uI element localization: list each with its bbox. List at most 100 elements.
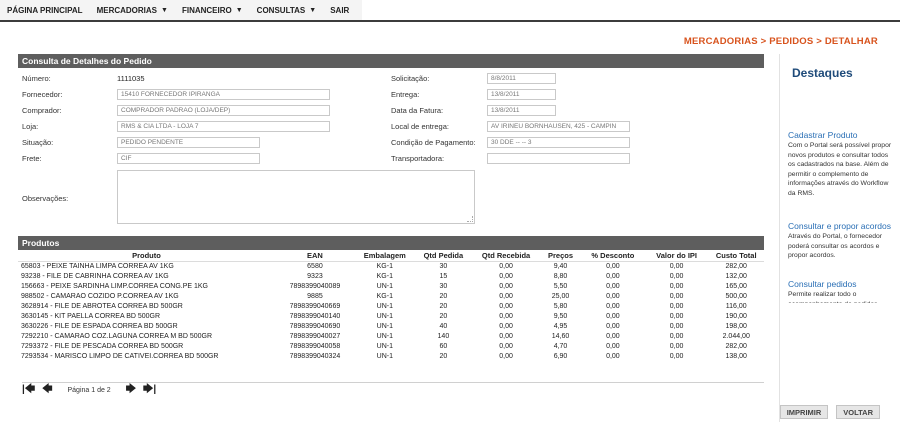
table-cell: UN-1 <box>376 313 393 320</box>
condicao-pagamento-field[interactable]: 30 DDE -- -- 3 <box>487 137 630 148</box>
table-cell: UN-1 <box>376 353 393 360</box>
table-cell: 165,00 <box>725 283 747 290</box>
transportadora-label: Transportadora: <box>391 154 445 163</box>
table-cell: 0,00 <box>499 333 513 340</box>
loja-field[interactable]: RMS & CIA LTDA - LOJA 7 <box>117 121 330 132</box>
menu-item-financeiro[interactable]: FINANCEIRO ▼ <box>175 0 250 20</box>
table-row[interactable]: 3630145 - KIT PAELLA CORREA BD 500GR 7898… <box>18 312 764 322</box>
table-cell: 132,00 <box>725 273 747 280</box>
table-cell: 4,70 <box>553 343 568 350</box>
local-entrega-field[interactable]: AV IRINEU BORNHAUSEN, 425 - CAMPIN <box>487 121 630 132</box>
table-row[interactable]: 988502 - CAMARAO COZIDO P.CORREA AV 1KG 9… <box>18 292 764 302</box>
table-cell: 25,00 <box>551 293 570 300</box>
column-header[interactable]: Valor do IPI <box>644 250 709 262</box>
table-cell: 30 <box>439 283 448 290</box>
table-row[interactable]: 7293534 - MARISCO LIMPO DE CATIVEI.CORRE… <box>18 352 764 362</box>
table-cell: 0,00 <box>606 263 620 270</box>
transportadora-field[interactable] <box>487 153 630 164</box>
table-cell: KG-1 <box>376 293 393 300</box>
sidebar-item-consultar-acordos: Consultar e propor acordos Através do Po… <box>788 221 896 261</box>
solicitacao-field[interactable]: 8/8/2011 <box>487 73 556 84</box>
table-cell: 7898399040690 <box>289 323 341 330</box>
previous-page-icon[interactable]: 🡄 <box>42 382 52 399</box>
details-panel-header: Consulta de Detalhes do Pedido <box>18 54 764 68</box>
table-cell: 6580 <box>307 263 323 270</box>
column-header[interactable]: Qtd Pedida <box>414 250 473 262</box>
table-cell: 20 <box>439 353 448 360</box>
situacao-label: Situação: <box>22 138 54 147</box>
first-page-icon[interactable]: |🡄 <box>22 382 35 399</box>
caret-down-icon: ▼ <box>161 6 168 14</box>
observacoes-label: Observações: <box>22 194 69 203</box>
menu-item-pagina-principal[interactable]: PÁGINA PRINCIPAL <box>0 0 90 20</box>
top-menu-bar: PÁGINA PRINCIPAL MERCADORIAS ▼ FINANCEIRO… <box>0 0 900 22</box>
sidebar-link[interactable]: Consultar pedidos <box>788 279 896 289</box>
table-row[interactable]: 156663 - PEIXE SARDINHA LIMP.CORREA CONG… <box>18 282 764 292</box>
table-cell: 0,00 <box>499 263 513 270</box>
products-table: Produto EAN Embalagem Qtd Pedida Qtd Rec… <box>18 250 764 362</box>
table-cell: 9323 <box>307 273 323 280</box>
table-cell: 0,00 <box>499 283 513 290</box>
main-menu: PÁGINA PRINCIPAL MERCADORIAS ▼ FINANCEIRO… <box>0 0 363 20</box>
menu-item-mercadorias[interactable]: MERCADORIAS ▼ <box>90 0 175 20</box>
numero-label: Número: <box>22 74 51 83</box>
table-cell: 7898399040058 <box>289 343 341 350</box>
table-cell: 0,00 <box>669 293 684 300</box>
table-cell: 0,00 <box>669 353 684 360</box>
sidebar-link[interactable]: Cadastrar Produto <box>788 130 896 140</box>
solicitacao-label: Solicitação: <box>391 74 430 83</box>
sidebar-link[interactable]: Consultar e propor acordos <box>788 221 896 231</box>
table-cell: 0,00 <box>669 343 684 350</box>
table-cell: 198,00 <box>725 323 747 330</box>
table-cell: 40 <box>439 323 448 330</box>
table-row[interactable]: 7293372 - FILE DE PESCADA CORREA BD 500G… <box>18 342 764 352</box>
table-cell: 190,00 <box>725 313 747 320</box>
menu-item-sair[interactable]: SAIR <box>323 0 356 20</box>
table-row[interactable]: 93238 - FILE DE CABRINHA CORREA AV 1KG 93… <box>18 272 764 282</box>
table-cell: 8,80 <box>553 273 568 280</box>
table-cell: 500,00 <box>725 293 747 300</box>
sidebar-item-consultar-pedidos: Consultar pedidos Permite realizar todo … <box>788 279 896 303</box>
sidebar-text: Através do Portal, o fornecedor poderá c… <box>788 233 883 259</box>
table-cell: 156663 - PEIXE SARDINHA LIMP.CORREA CONG… <box>21 283 208 290</box>
comprador-field[interactable]: COMPRADOR PADRAO (LOJA/DEP) <box>117 105 330 116</box>
loja-label: Loja: <box>22 122 39 131</box>
column-header[interactable]: Produto <box>18 250 275 262</box>
situacao-field[interactable]: PEDIDO PENDENTE <box>117 137 260 148</box>
table-cell: 0,00 <box>499 313 513 320</box>
next-page-icon[interactable]: 🡆 <box>126 382 136 399</box>
table-cell: 0,00 <box>606 273 620 280</box>
column-header[interactable]: EAN <box>274 250 356 262</box>
table-row[interactable]: 3628914 - FILE DE ABROTEA CORREA BD 500G… <box>18 302 764 312</box>
last-page-icon[interactable]: 🡆| <box>143 382 156 399</box>
table-row[interactable]: 65803 - PEIXE TAINHA LIMPA CORREA AV 1KG… <box>18 262 764 273</box>
column-header[interactable]: Custo Total <box>708 250 764 262</box>
products-table-body: 65803 - PEIXE TAINHA LIMPA CORREA AV 1KG… <box>18 262 764 363</box>
resize-grip-icon[interactable] <box>467 216 473 222</box>
pagination: |🡄 🡄 Página 1 de 2 🡆 🡆| <box>22 382 764 395</box>
observacoes-textarea[interactable] <box>117 170 475 224</box>
column-header[interactable]: Embalagem <box>355 250 415 262</box>
table-cell: 0,00 <box>669 313 684 320</box>
table-cell: 3630226 - FILE DE ESPADA CORREA BD 500GR <box>21 323 178 330</box>
data-fatura-field[interactable]: 13/8/2011 <box>487 105 556 116</box>
frete-field[interactable]: CIF <box>117 153 260 164</box>
entrega-field[interactable]: 13/8/2011 <box>487 89 556 100</box>
table-cell: 0,00 <box>499 323 513 330</box>
column-header[interactable]: Qtd Recebida <box>472 250 540 262</box>
table-cell: 0,00 <box>499 343 513 350</box>
table-cell: 20 <box>439 313 448 320</box>
table-row[interactable]: 3630226 - FILE DE ESPADA CORREA BD 500GR… <box>18 322 764 332</box>
table-row[interactable]: 7292210 - CAMARAO COZ.LAGUNA CORREA M BD… <box>18 332 764 342</box>
table-cell: 60 <box>439 343 448 350</box>
table-cell: 282,00 <box>725 343 747 350</box>
caret-down-icon: ▼ <box>309 6 317 14</box>
fornecedor-field[interactable]: 15410 FORNECEDOR IPIRANGA <box>117 89 330 100</box>
table-cell: UN-1 <box>376 323 393 330</box>
table-cell: 14,60 <box>551 333 570 340</box>
sidebar-item-cadastrar-produto: Cadastrar Produto Com o Portal será poss… <box>788 130 896 198</box>
menu-item-consultas[interactable]: CONSULTAS ▼ <box>250 0 324 20</box>
column-header[interactable]: Preços <box>539 250 582 262</box>
column-header[interactable]: % Desconto <box>581 250 645 262</box>
table-cell: 7898399040027 <box>289 333 341 340</box>
